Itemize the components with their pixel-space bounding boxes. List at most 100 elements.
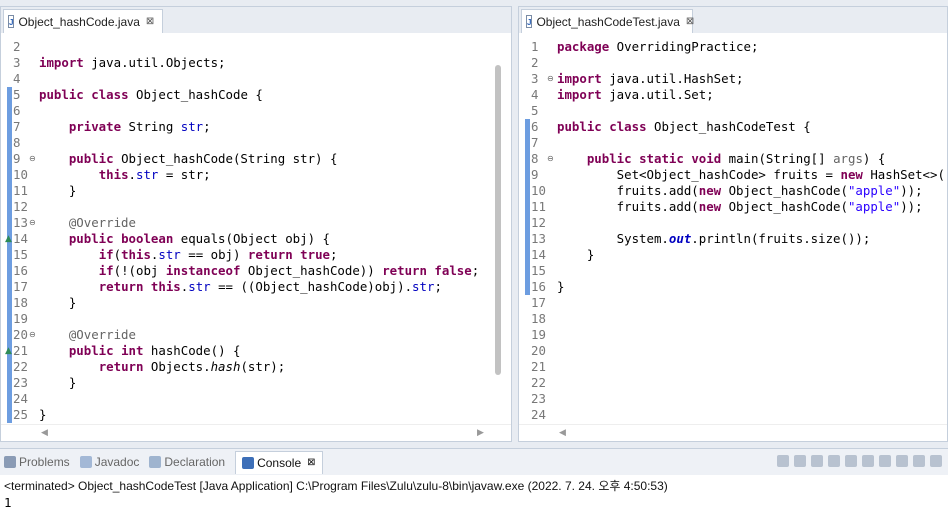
code-line[interactable]: 15 [519,263,947,279]
pin-console-icon[interactable] [862,455,874,467]
code-token: Object_hashCodeTest { [646,119,811,134]
code-line[interactable]: 15 if(this.str == obj) return true; [1,247,511,263]
code-line[interactable]: 21 ▲ public int hashCode() { [1,343,511,359]
word-wrap-icon[interactable] [845,455,857,467]
code-line[interactable]: 11 fruits.add(new Object_hashCode("apple… [519,199,947,215]
code-line[interactable]: 17 [519,295,947,311]
code-token: instanceof [165,263,241,278]
maximize-icon[interactable] [930,455,942,467]
line-number: 18 [13,295,28,310]
code-line[interactable]: 8 [1,135,511,151]
code-line[interactable]: 16} [519,279,947,295]
code-token: fruits.add( [557,183,699,198]
code-line[interactable]: 17 return this.str == ((Object_hashCode)… [1,279,511,295]
left-horizontal-scrollbar[interactable]: ◀ ▶ [1,424,511,441]
line-number: 24 [13,391,28,406]
code-line[interactable]: 22 return Objects.hash(str); [1,359,511,375]
code-line[interactable]: 25} [1,407,511,423]
tab-problems[interactable]: Problems [4,455,70,469]
code-token: } [39,183,77,198]
code-line[interactable]: 4 [1,71,511,87]
code-line[interactable]: 3 ⊖ import java.util.HashSet; [519,71,947,87]
code-line[interactable]: 24 [1,391,511,407]
scroll-lock-icon[interactable] [828,455,840,467]
line-number: 17 [13,279,28,294]
code-line[interactable]: 24 [519,407,947,423]
fold-toggle-icon[interactable]: ⊖ [29,327,36,343]
open-console-icon[interactable] [896,455,908,467]
minimize-icon[interactable] [913,455,925,467]
scroll-left-arrow-icon[interactable]: ◀ [41,427,48,438]
code-token: this [98,167,129,182]
code-line[interactable]: 4 import java.util.Set; [519,87,947,103]
fold-toggle-icon[interactable]: ⊖ [547,151,554,167]
code-line[interactable]: 23 [519,391,947,407]
code-line[interactable]: 21 [519,359,947,375]
code-token: str [180,119,204,134]
code-line[interactable]: 6 [1,103,511,119]
right-horizontal-scrollbar[interactable]: ◀ [519,424,947,441]
code-line[interactable]: 2 [1,39,511,55]
remove-all-icon[interactable] [811,455,823,467]
code-line[interactable]: 12 [1,199,511,215]
line-number: 4 [13,71,21,86]
tab-declaration[interactable]: Declaration [149,455,225,469]
code-line[interactable]: 5 public class Object_hashCode { [1,87,511,103]
fold-toggle-icon[interactable]: ⊖ [547,71,554,87]
code-line[interactable]: 19 [519,327,947,343]
code-text: } [557,247,594,263]
code-text: import java.util.Objects; [39,55,226,71]
code-line[interactable]: 19 [1,311,511,327]
tab-object-hashcode[interactable]: J Object_hashCode.java ⊠ [3,9,163,33]
code-token: == obj) [180,247,248,262]
code-line[interactable]: 20 [519,343,947,359]
code-line[interactable]: 1 package OverridingPractice; [519,39,947,55]
code-line[interactable]: 23 } [1,375,511,391]
terminate-icon[interactable] [777,455,789,467]
code-token: java.util.Objects; [83,55,226,70]
code-line[interactable]: 13 ⊖ @Override [1,215,511,231]
code-line[interactable]: 7 private String str; [1,119,511,135]
fold-toggle-icon[interactable]: ⊖ [29,151,36,167]
code-line[interactable]: 7 [519,135,947,151]
code-line[interactable]: 10 fruits.add(new Object_hashCode("apple… [519,183,947,199]
right-code-area[interactable]: 1 package OverridingPractice; 2 3 ⊖ import ja… [519,33,947,425]
code-line[interactable]: 9 Set<Object_hashCode> fruits = new Hash… [519,167,947,183]
code-line[interactable]: 10 this.str = str; [1,167,511,183]
code-line[interactable]: 18 } [1,295,511,311]
code-line[interactable]: 11 } [1,183,511,199]
code-line[interactable]: 12 [519,215,947,231]
scroll-left-arrow-icon[interactable]: ◀ [559,427,566,438]
tab-javadoc[interactable]: Javadoc [79,455,139,469]
code-line[interactable]: 2 [519,55,947,71]
close-icon[interactable]: ⊠ [307,457,315,468]
code-line[interactable]: 9 ⊖ public Object_hashCode(String str) { [1,151,511,167]
tab-console[interactable]: Console ⊠ [235,450,323,474]
close-icon[interactable]: ⊠ [146,16,154,27]
code-token: new [840,167,863,182]
code-token: Objects. [143,359,211,374]
code-line[interactable]: 20 ⊖ @Override [1,327,511,343]
code-line[interactable]: 5 [519,103,947,119]
code-text: } [39,295,76,311]
left-vertical-scrollbar[interactable] [495,65,501,375]
remove-launch-icon[interactable] [794,455,806,467]
scroll-right-arrow-icon[interactable]: ▶ [477,427,484,438]
tab-object-hashcode-test[interactable]: J Object_hashCodeTest.java ⊠ [521,9,694,33]
left-code-area[interactable]: 2 3 import java.util.Objects; 4 5 public clas… [1,33,511,425]
code-line[interactable]: 18 [519,311,947,327]
code-line[interactable]: 16 if(!(obj instanceof Object_hashCode))… [1,263,511,279]
code-line[interactable]: 14 } [519,247,947,263]
problems-icon [4,456,16,468]
code-line[interactable]: 13 System.out.println(fruits.size()); [519,231,947,247]
display-console-icon[interactable] [879,455,891,467]
code-line[interactable]: 6 public class Object_hashCodeTest { [519,119,947,135]
fold-toggle-icon[interactable]: ⊖ [29,215,36,231]
code-line[interactable]: 22 [519,375,947,391]
code-line[interactable]: 3 import java.util.Objects; [1,55,511,71]
code-line[interactable]: 8 ⊖ public static void main(String[] args… [519,151,947,167]
console-output[interactable]: 1 [4,495,11,510]
close-icon[interactable]: ⊠ [686,16,694,27]
code-line[interactable]: 14 ▲ public boolean equals(Object obj) { [1,231,511,247]
left-editor-tabbar: J Object_hashCode.java ⊠ [1,7,511,33]
